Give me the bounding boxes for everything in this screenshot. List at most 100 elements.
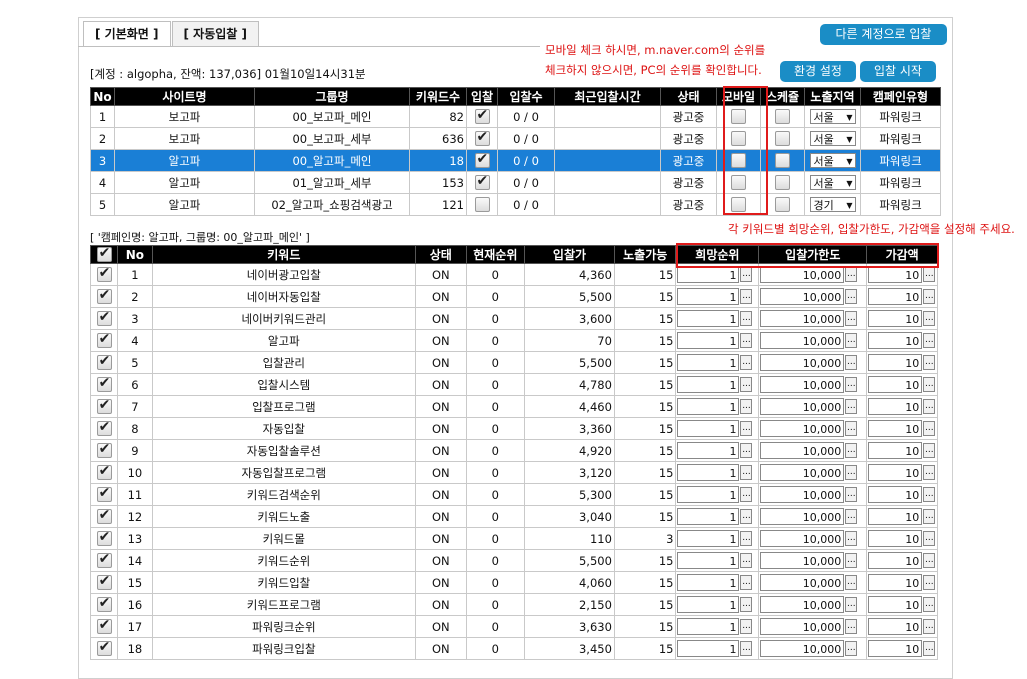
more-button[interactable]: ...	[923, 575, 936, 590]
schedule-checkbox[interactable]	[775, 197, 790, 212]
more-button[interactable]: ...	[740, 619, 753, 634]
more-button[interactable]: ...	[845, 553, 858, 568]
delta-input[interactable]: 10	[868, 354, 923, 371]
bid-limit-input[interactable]: 10,000	[760, 640, 845, 657]
bid-limit-input[interactable]: 10,000	[760, 354, 845, 371]
delta-input[interactable]: 10	[868, 266, 923, 283]
keyword-row[interactable]: 2네이버자동입찰ON05,500151...10,000...10...	[89, 285, 938, 308]
target-rank-input[interactable]: 1	[677, 398, 740, 415]
delta-input[interactable]: 10	[868, 530, 923, 547]
more-button[interactable]: ...	[923, 443, 936, 458]
target-rank-input[interactable]: 1	[677, 420, 740, 437]
bid-limit-input[interactable]: 10,000	[760, 398, 845, 415]
delta-input[interactable]: 10	[868, 596, 923, 613]
more-button[interactable]: ...	[923, 531, 936, 546]
delta-input[interactable]: 10	[868, 398, 923, 415]
more-button[interactable]: ...	[845, 421, 858, 436]
delta-input[interactable]: 10	[868, 486, 923, 503]
bid-limit-input[interactable]: 10,000	[760, 288, 845, 305]
more-button[interactable]: ...	[923, 377, 936, 392]
keyword-row[interactable]: 12키워드노출ON03,040151...10,000...10...	[89, 505, 938, 528]
target-rank-input[interactable]: 1	[677, 354, 740, 371]
more-button[interactable]: ...	[740, 487, 753, 502]
target-rank-input[interactable]: 1	[677, 552, 740, 569]
more-button[interactable]: ...	[923, 487, 936, 502]
delta-input[interactable]: 10	[868, 376, 923, 393]
keyword-row[interactable]: 6입찰시스템ON04,780151...10,000...10...	[89, 373, 938, 396]
more-button[interactable]: ...	[923, 267, 936, 282]
bid-limit-input[interactable]: 10,000	[760, 464, 845, 481]
more-button[interactable]: ...	[923, 289, 936, 304]
keyword-row[interactable]: 9자동입찰솔루션ON04,920151...10,000...10...	[89, 439, 938, 462]
settings-button[interactable]: 환경 설정	[780, 61, 856, 82]
bid-limit-input[interactable]: 10,000	[760, 266, 845, 283]
tab-auto-bid[interactable]: [ 자동입찰 ]	[171, 21, 259, 46]
delta-input[interactable]: 10	[868, 464, 923, 481]
target-rank-input[interactable]: 1	[677, 640, 740, 657]
more-button[interactable]: ...	[923, 421, 936, 436]
more-button[interactable]: ...	[740, 465, 753, 480]
bid-limit-input[interactable]: 10,000	[760, 376, 845, 393]
region-select[interactable]: 서울	[809, 175, 856, 191]
schedule-checkbox[interactable]	[775, 153, 790, 168]
keyword-checkbox[interactable]	[96, 419, 112, 436]
more-button[interactable]: ...	[740, 311, 753, 326]
bid-checkbox[interactable]	[474, 151, 490, 168]
more-button[interactable]: ...	[923, 399, 936, 414]
target-rank-input[interactable]: 1	[677, 508, 740, 525]
more-button[interactable]: ...	[923, 509, 936, 524]
bid-limit-input[interactable]: 10,000	[760, 332, 845, 349]
keyword-checkbox[interactable]	[96, 573, 112, 590]
keyword-checkbox[interactable]	[96, 595, 112, 612]
bid-limit-input[interactable]: 10,000	[760, 530, 845, 547]
delta-input[interactable]: 10	[868, 618, 923, 635]
start-bid-button[interactable]: 입찰 시작	[860, 61, 936, 82]
more-button[interactable]: ...	[845, 443, 858, 458]
keyword-checkbox[interactable]	[96, 507, 112, 524]
target-rank-input[interactable]: 1	[677, 288, 740, 305]
more-button[interactable]: ...	[845, 267, 858, 282]
more-button[interactable]: ...	[923, 333, 936, 348]
keyword-checkbox[interactable]	[96, 617, 112, 634]
more-button[interactable]: ...	[740, 443, 753, 458]
keyword-checkbox[interactable]	[96, 331, 112, 348]
keyword-checkbox[interactable]	[96, 287, 112, 304]
more-button[interactable]: ...	[740, 641, 753, 656]
target-rank-input[interactable]: 1	[677, 376, 740, 393]
bid-limit-input[interactable]: 10,000	[760, 310, 845, 327]
bid-limit-input[interactable]: 10,000	[760, 574, 845, 591]
more-button[interactable]: ...	[740, 289, 753, 304]
target-rank-input[interactable]: 1	[677, 332, 740, 349]
delta-input[interactable]: 10	[868, 574, 923, 591]
delta-input[interactable]: 10	[868, 288, 923, 305]
more-button[interactable]: ...	[740, 575, 753, 590]
delta-input[interactable]: 10	[868, 552, 923, 569]
group-row[interactable]: 3알고파00_알고파_메인18 0 / 0 광고중 서울파워링크	[90, 149, 941, 172]
bid-limit-input[interactable]: 10,000	[760, 420, 845, 437]
more-button[interactable]: ...	[845, 487, 858, 502]
keyword-row[interactable]: 10자동입찰프로그램ON03,120151...10,000...10...	[89, 461, 938, 484]
bid-limit-input[interactable]: 10,000	[760, 596, 845, 613]
keyword-row[interactable]: 4알고파ON070151...10,000...10...	[89, 329, 938, 352]
keyword-checkbox[interactable]	[96, 639, 112, 656]
keyword-checkbox[interactable]	[96, 441, 112, 458]
more-button[interactable]: ...	[740, 421, 753, 436]
bid-checkbox[interactable]	[474, 197, 490, 212]
target-rank-input[interactable]: 1	[677, 618, 740, 635]
region-select[interactable]: 경기	[809, 197, 856, 213]
more-button[interactable]: ...	[740, 509, 753, 524]
group-row[interactable]: 4알고파01_알고파_세부153 0 / 0 광고중 서울파워링크	[90, 171, 941, 194]
target-rank-input[interactable]: 1	[677, 310, 740, 327]
bid-limit-input[interactable]: 10,000	[760, 442, 845, 459]
more-button[interactable]: ...	[845, 333, 858, 348]
keyword-row[interactable]: 18파워링크입찰ON03,450151...10,000...10...	[89, 637, 938, 660]
more-button[interactable]: ...	[845, 355, 858, 370]
schedule-checkbox[interactable]	[775, 109, 790, 124]
tab-main[interactable]: [ 기본화면 ]	[83, 21, 171, 47]
schedule-checkbox[interactable]	[775, 131, 790, 146]
more-button[interactable]: ...	[740, 399, 753, 414]
more-button[interactable]: ...	[740, 355, 753, 370]
region-select[interactable]: 서울	[809, 131, 856, 147]
keyword-checkbox[interactable]	[96, 397, 112, 414]
target-rank-input[interactable]: 1	[677, 530, 740, 547]
